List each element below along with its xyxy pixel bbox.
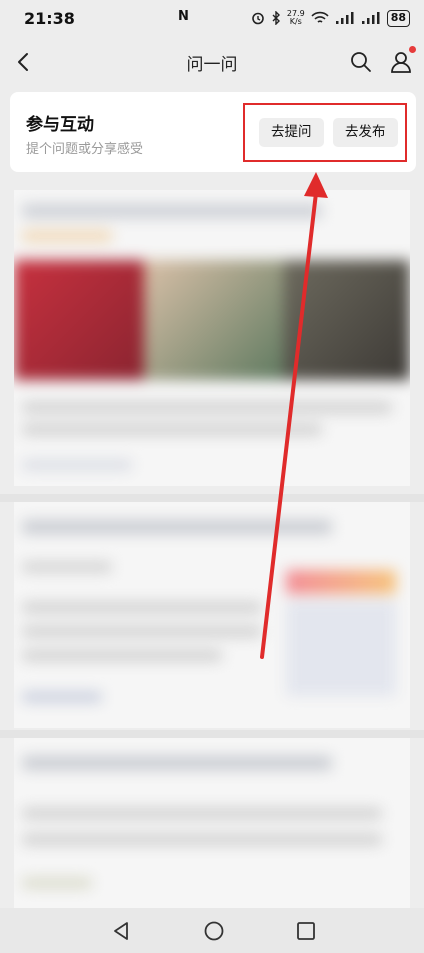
list-item[interactable] bbox=[14, 190, 410, 486]
blurred-content bbox=[14, 738, 410, 908]
status-time: 21:38 bbox=[24, 8, 75, 28]
divider bbox=[0, 494, 424, 502]
divider bbox=[0, 730, 424, 738]
wifi-icon bbox=[311, 11, 329, 23]
alarm-icon bbox=[252, 12, 264, 25]
net-speed: 27.9 K/s bbox=[287, 10, 305, 26]
blurred-content bbox=[14, 190, 410, 486]
notification-dot bbox=[409, 46, 416, 53]
blurred-content bbox=[14, 502, 410, 728]
search-icon[interactable] bbox=[348, 49, 374, 75]
list-item[interactable] bbox=[14, 502, 410, 728]
home-circle-icon[interactable] bbox=[202, 919, 226, 943]
interact-title: 参与互动 bbox=[26, 115, 94, 135]
interact-subtitle: 提个问题或分享感受 bbox=[26, 142, 144, 157]
feed-list bbox=[0, 182, 424, 908]
signal-icon bbox=[361, 12, 380, 24]
highlight-box: 去提问 去发布 bbox=[243, 103, 407, 162]
nfc-icon: N bbox=[178, 9, 189, 24]
bluetooth-icon bbox=[272, 11, 280, 25]
signal-icon bbox=[335, 12, 354, 24]
system-nav-bar bbox=[0, 908, 424, 953]
back-triangle-icon[interactable] bbox=[110, 919, 134, 943]
status-bar: 21:38 N 27.9 K/s 88 bbox=[0, 0, 424, 36]
back-icon[interactable] bbox=[10, 48, 38, 76]
battery-icon: 88 bbox=[386, 9, 410, 27]
list-item[interactable] bbox=[14, 738, 410, 908]
post-button[interactable]: 去发布 bbox=[333, 118, 398, 147]
recent-square-icon[interactable] bbox=[294, 919, 318, 943]
net-speed-unit: K/s bbox=[289, 17, 302, 26]
status-indicators: 27.9 K/s 88 bbox=[251, 9, 410, 27]
ask-question-button[interactable]: 去提问 bbox=[259, 118, 324, 147]
interact-card: 参与互动 提个问题或分享感受 去提问 去发布 bbox=[10, 92, 416, 172]
header: 问一问 bbox=[0, 40, 424, 84]
